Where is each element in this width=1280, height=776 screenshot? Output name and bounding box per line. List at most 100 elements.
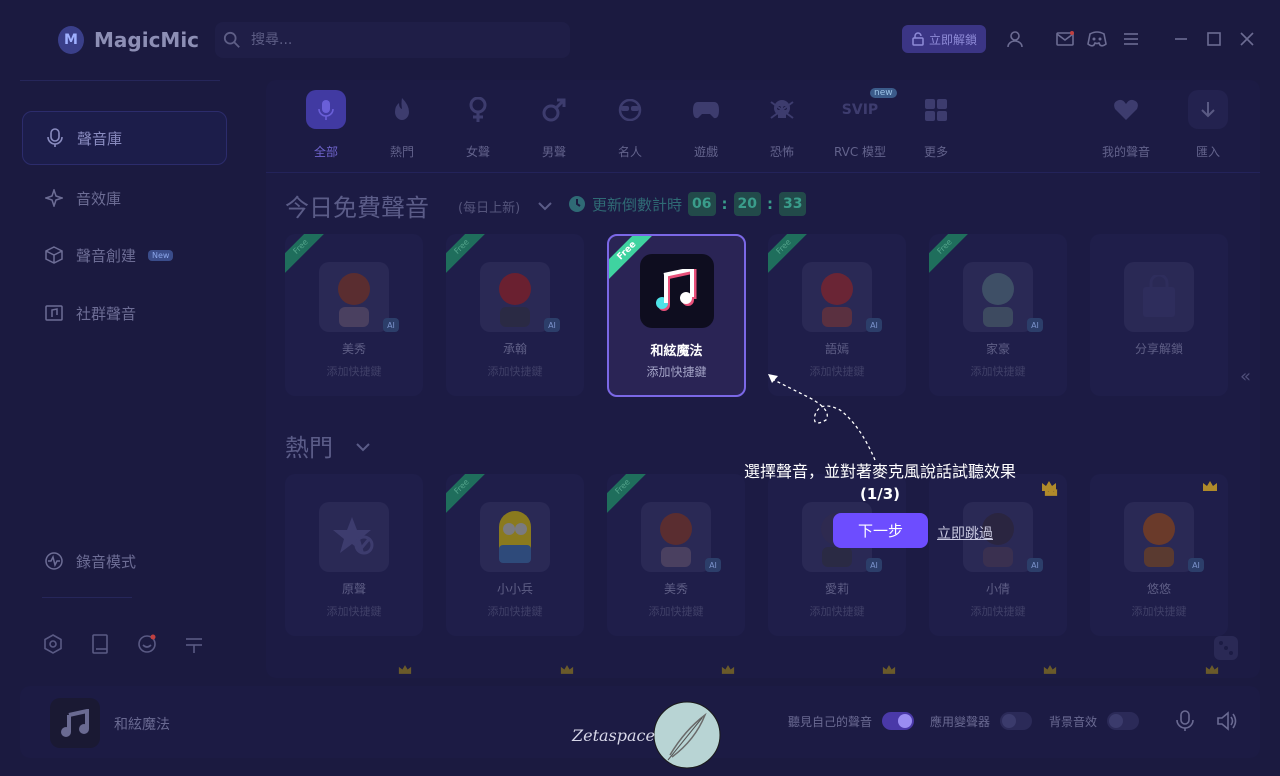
bg-effect-toggle-group: 背景音效: [1049, 712, 1140, 730]
tab-female[interactable]: 女聲: [448, 90, 508, 160]
tab-label: 我的聲音: [1101, 145, 1150, 159]
add-shortcut-link[interactable]: 添加快捷鍵: [285, 603, 423, 619]
add-shortcut-link[interactable]: 添加快捷鍵: [446, 603, 584, 619]
voice-card-minion[interactable]: Free 小小兵 添加快捷鍵: [446, 474, 584, 636]
close-icon[interactable]: [1236, 28, 1258, 50]
search-input[interactable]: [251, 32, 531, 48]
crown-icon: [560, 665, 574, 674]
sidebar-divider: [42, 597, 132, 598]
sidebar-item-record-mode[interactable]: 錄音模式: [22, 534, 227, 588]
countdown-label: 更新倒數計時: [592, 195, 683, 214]
voice-card-chenghan[interactable]: Free AI 承翰 添加快捷鍵: [446, 234, 584, 396]
sidebar-item-label: 聲音創建: [76, 246, 137, 265]
add-shortcut-link[interactable]: 添加快捷鍵: [607, 603, 745, 619]
voice-card-chord-magic[interactable]: Free 和絃魔法 添加快捷鍵: [607, 234, 746, 397]
tab-celebrity[interactable]: 名人: [600, 90, 660, 160]
tab-games[interactable]: 遊戲: [676, 90, 736, 160]
voice-card-youyou[interactable]: AI 悠悠 添加快捷鍵: [1090, 474, 1228, 636]
tab-hot[interactable]: 熱門: [372, 90, 432, 160]
tab-rvc-model[interactable]: SVIP new RVC 模型: [830, 88, 897, 160]
mail-icon[interactable]: [1054, 28, 1076, 50]
tab-horror[interactable]: 恐怖: [752, 90, 812, 160]
voice-card-meixiu[interactable]: Free AI 美秀 添加快捷鍵: [285, 234, 423, 396]
countdown-seconds: 33: [778, 192, 807, 216]
free-section-subtitle: (每日上新): [458, 201, 521, 216]
import-icon: [1188, 90, 1228, 129]
user-icon[interactable]: [1004, 28, 1026, 50]
voice-card-original[interactable]: 原聲 添加快捷鍵: [285, 474, 423, 636]
sidebar-item-voice-creation[interactable]: 聲音創建 New: [22, 228, 227, 282]
voice-name: 小小兵: [496, 582, 533, 596]
add-shortcut-link[interactable]: 添加快捷鍵: [609, 363, 744, 380]
crown-icon: [1043, 665, 1057, 674]
add-shortcut-link[interactable]: 添加快捷鍵: [285, 363, 423, 379]
add-shortcut-link[interactable]: 添加快捷鍵: [929, 603, 1067, 619]
book-icon[interactable]: [89, 633, 111, 655]
maximize-icon[interactable]: [1203, 28, 1225, 50]
tab-male[interactable]: 男聲: [524, 90, 584, 160]
apply-changer-label: 應用變聲器: [930, 714, 991, 729]
app-name: MagicMic: [94, 28, 200, 52]
sidebar-item-sound-effects[interactable]: 音效庫: [22, 171, 227, 225]
voice-name: 美秀: [341, 342, 366, 356]
menu-icon[interactable]: [1120, 28, 1142, 50]
app-window: MagicMic 立即解鎖: [0, 0, 1280, 776]
voice-name: 和絃魔法: [650, 344, 703, 359]
sidebar-item-community-voices[interactable]: 社群聲音: [22, 286, 227, 340]
dice-icon[interactable]: [1212, 634, 1240, 662]
sidebar-item-label: 社群聲音: [76, 304, 137, 323]
apply-changer-toggle[interactable]: [1000, 712, 1033, 730]
sidebar-tools: [42, 633, 205, 655]
chevron-down-icon[interactable]: [356, 437, 370, 456]
ai-badge: AI: [866, 558, 882, 572]
ai-badge: AI: [544, 318, 560, 332]
sliders-icon[interactable]: [183, 633, 205, 655]
collapse-panel-icon[interactable]: «: [1240, 366, 1251, 387]
add-shortcut-link[interactable]: 添加快捷鍵: [768, 603, 906, 619]
voice-avatar: [641, 502, 711, 572]
add-shortcut-link[interactable]: 添加快捷鍵: [1090, 603, 1228, 619]
share-unlock-card[interactable]: 分享解鎖: [1090, 234, 1228, 396]
voice-avatar: [319, 262, 389, 332]
voice-card-jiahao[interactable]: Free AI 家豪 添加快捷鍵: [929, 234, 1067, 396]
minimize-icon[interactable]: [1170, 28, 1192, 50]
music-note-icon: [50, 698, 100, 748]
microphone-icon[interactable]: [1174, 710, 1196, 732]
tab-import[interactable]: 匯入: [1178, 90, 1238, 160]
tab-my-voices[interactable]: 我的聲音: [1096, 90, 1156, 160]
add-shortcut-link[interactable]: 添加快捷鍵: [446, 363, 584, 379]
crown-icon: [398, 665, 412, 674]
discord-icon[interactable]: [1086, 28, 1108, 50]
skip-tour-link[interactable]: 立即跳過: [937, 523, 993, 543]
countdown-hours: 06: [688, 192, 716, 216]
add-shortcut-link[interactable]: 添加快捷鍵: [929, 363, 1067, 379]
tab-label: 女聲: [465, 145, 490, 159]
crown-icon: [721, 665, 735, 674]
voice-name: 愛莉: [824, 582, 849, 596]
watermark-text: Zetaspace: [572, 726, 655, 745]
voice-name: 原聲: [341, 582, 366, 596]
settings-icon[interactable]: [42, 633, 64, 655]
music-folder-icon: [44, 303, 64, 323]
countdown-timer: 更新倒數計時 06 : 20 : 33: [568, 192, 807, 216]
shopping-bag-icon: [1124, 262, 1194, 332]
next-step-button[interactable]: 下一步: [833, 513, 928, 548]
tabs-divider: [266, 172, 1260, 173]
hear-self-toggle[interactable]: [882, 712, 915, 730]
ai-badge: AI: [705, 558, 721, 572]
chat-icon[interactable]: [136, 633, 158, 655]
tour-arrow-icon: [768, 374, 876, 461]
tab-label: 名人: [617, 145, 642, 159]
sidebar-item-voice-library[interactable]: 聲音庫: [22, 111, 227, 165]
search-box[interactable]: [215, 22, 570, 58]
tab-all[interactable]: 全部: [296, 90, 356, 160]
tab-more[interactable]: 更多: [906, 90, 966, 160]
microphone-icon: [306, 90, 346, 129]
voice-avatar: [480, 502, 550, 572]
speaker-icon[interactable]: [1216, 710, 1238, 732]
bg-effect-toggle[interactable]: [1107, 712, 1140, 730]
chevron-down-icon[interactable]: [538, 196, 552, 215]
zetaspace-watermark: Zetaspace: [560, 700, 725, 770]
unlock-now-button[interactable]: 立即解鎖: [902, 25, 986, 53]
tab-label: 恐怖: [769, 145, 794, 159]
